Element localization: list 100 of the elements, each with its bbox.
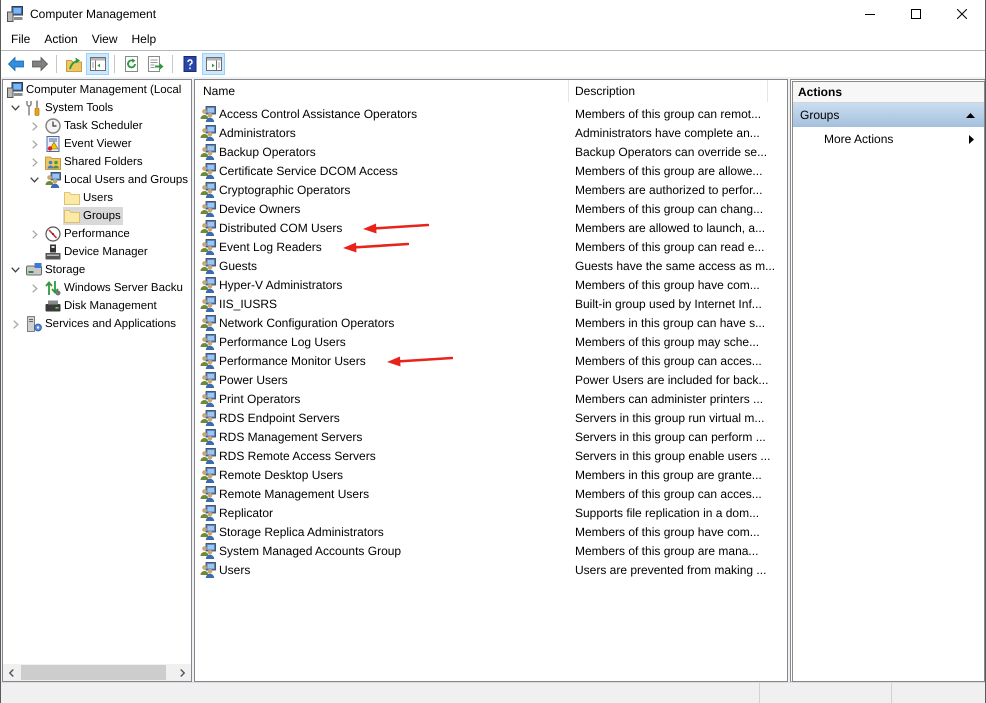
group-row[interactable]: Users Users are prevented from making ... <box>195 560 787 579</box>
tree-item[interactable]: Computer Management (Local <box>6 81 184 99</box>
group-description: Servers in this group run virtual m... <box>574 410 764 424</box>
group-row[interactable]: Storage Replica Administrators Members of this group have com... <box>195 522 787 541</box>
group-name: Remote Desktop Users <box>219 468 344 482</box>
users-icon <box>200 296 216 312</box>
tree-item[interactable]: Services and Applications <box>25 315 178 333</box>
tools-icon <box>26 100 42 116</box>
group-row[interactable]: Performance Monitor Users Members of this group can acces... <box>195 351 787 370</box>
tree-item[interactable]: Local Users and Groups <box>44 171 190 189</box>
group-description: Members of this group can acces... <box>574 354 762 368</box>
chevron-down-icon[interactable] <box>11 105 20 111</box>
group-description: Servers in this group enable users ... <box>574 448 770 462</box>
tree-item[interactable]: Windows Server Backu <box>44 279 185 297</box>
group-row[interactable]: Remote Desktop Users Members in this group are grante... <box>195 465 787 484</box>
group-description: Members of this group can acces... <box>574 486 762 500</box>
storage-icon <box>26 262 42 278</box>
menu-item[interactable]: View <box>84 29 124 49</box>
group-description: Members of this group can remot... <box>574 106 762 120</box>
group-description: Members in this group can have s... <box>574 316 766 330</box>
group-row[interactable]: RDS Management Servers Servers in this group can perform ... <box>195 427 787 446</box>
shared-folder-icon <box>45 154 61 170</box>
clock-icon <box>45 118 61 134</box>
group-row[interactable]: IIS_IUSRS Built-in group used by Internet Inf... <box>195 294 787 313</box>
group-row[interactable]: Backup Operators Backup Operators can override se... <box>195 142 787 161</box>
group-description: Power Users are included for back... <box>574 372 768 386</box>
group-row[interactable]: Access Control Assistance Operators Members of this group can remot... <box>195 104 787 123</box>
device-icon <box>45 244 61 260</box>
menu-item[interactable]: File <box>4 29 38 49</box>
group-row[interactable]: Replicator Supports file replication in a dom... <box>195 503 787 522</box>
group-row[interactable]: Event Log Readers Members of this group can read e... <box>195 237 787 256</box>
chevron-down-icon[interactable] <box>30 177 39 183</box>
close-icon <box>957 9 967 19</box>
group-description: Members of this group are mana... <box>574 544 758 558</box>
group-name: Distributed COM Users <box>219 220 342 234</box>
maximize-icon <box>911 9 921 19</box>
group-description: Servers in this group can perform ... <box>574 430 766 444</box>
users-icon <box>200 428 216 444</box>
group-description: Members of this group have com... <box>574 278 760 292</box>
group-description: Members are allowed to launch, a... <box>574 220 766 234</box>
users-icon <box>200 372 216 388</box>
group-row[interactable]: Cryptographic Operators Members are authorized to perfor... <box>195 180 787 199</box>
tree-item[interactable]: System Tools <box>25 99 116 117</box>
users-icon <box>200 542 216 558</box>
users-icon <box>200 504 216 520</box>
group-row[interactable]: Administrators Administrators have complete an... <box>195 123 787 142</box>
list-arrow-icon <box>148 56 164 72</box>
console-tree-button[interactable] <box>86 53 109 75</box>
group-row[interactable]: RDS Remote Access Servers Servers in this group enable users ... <box>195 446 787 465</box>
backup-icon <box>45 280 61 296</box>
users-icon <box>200 562 216 578</box>
tree-item[interactable]: Device Manager <box>44 243 150 261</box>
group-row[interactable]: Remote Management Users Members of this group can acces... <box>195 484 787 503</box>
users-icon <box>200 466 216 482</box>
users-icon <box>200 144 216 160</box>
group-name: Event Log Readers <box>219 240 322 254</box>
group-row[interactable]: Performance Log Users Members of this group may sche... <box>195 332 787 351</box>
users-icon <box>200 334 216 350</box>
tree-item[interactable]: Event Viewer <box>44 135 134 153</box>
users-icon <box>200 124 216 140</box>
group-row[interactable]: Device Owners Members of this group can chang... <box>195 199 787 218</box>
users-icon <box>200 220 216 236</box>
menu-item[interactable]: Action <box>37 29 85 49</box>
tree-item[interactable]: Storage <box>25 261 88 279</box>
group-row[interactable]: Power Users Power Users are included for back... <box>195 370 787 389</box>
chevron-down-icon[interactable] <box>11 267 20 273</box>
group-row[interactable]: Guests Guests have the same access as m... <box>195 256 787 275</box>
users-icon <box>200 238 216 254</box>
tree-item[interactable]: Groups <box>63 207 123 225</box>
group-name: Backup Operators <box>219 144 316 158</box>
group-name: Certificate Service DCOM Access <box>219 164 398 178</box>
users-icon <box>200 390 216 406</box>
group-name: Cryptographic Operators <box>219 182 350 196</box>
group-row[interactable]: Certificate Service DCOM Access Members of this group are allowe... <box>195 161 787 180</box>
tree-item[interactable]: Shared Folders <box>44 153 145 171</box>
group-name: Network Configuration Operators <box>219 316 394 330</box>
group-row[interactable]: Network Configuration Operators Members in this group can have s... <box>195 313 787 332</box>
group-row[interactable]: RDS Endpoint Servers Servers in this group run virtual m... <box>195 408 787 427</box>
group-row[interactable]: Hyper-V Administrators Members of this group have com... <box>195 275 787 294</box>
group-row[interactable]: Print Operators Members can administer printers ... <box>195 389 787 408</box>
users-icon <box>200 258 216 274</box>
menu-item[interactable]: Help <box>124 29 164 49</box>
action-pane-button[interactable] <box>202 53 225 75</box>
scrollbar-thumb[interactable] <box>21 665 166 680</box>
action-item[interactable]: More Actions <box>793 127 984 151</box>
folder-arrow-icon <box>66 56 82 72</box>
chevron-left-icon <box>9 668 14 676</box>
tree-item[interactable]: Users <box>63 189 116 207</box>
tree-item[interactable]: Disk Management <box>44 297 159 315</box>
server-gear-icon <box>26 316 42 332</box>
group-row[interactable]: Distributed COM Users Members are allowed to launch, a... <box>195 218 787 237</box>
tree-item[interactable]: Task Scheduler <box>44 117 145 135</box>
group-description: Users are prevented from making ... <box>574 562 766 576</box>
group-description: Members of this group can read e... <box>574 240 764 254</box>
tree-item[interactable]: Performance <box>44 225 132 243</box>
group-description: Members in this group are grante... <box>574 468 762 482</box>
group-name: Guests <box>219 258 258 272</box>
group-name: Replicator <box>219 506 274 520</box>
group-row[interactable]: System Managed Accounts Group Members of this group are mana... <box>195 541 787 560</box>
section-header[interactable]: Groups <box>793 103 984 127</box>
